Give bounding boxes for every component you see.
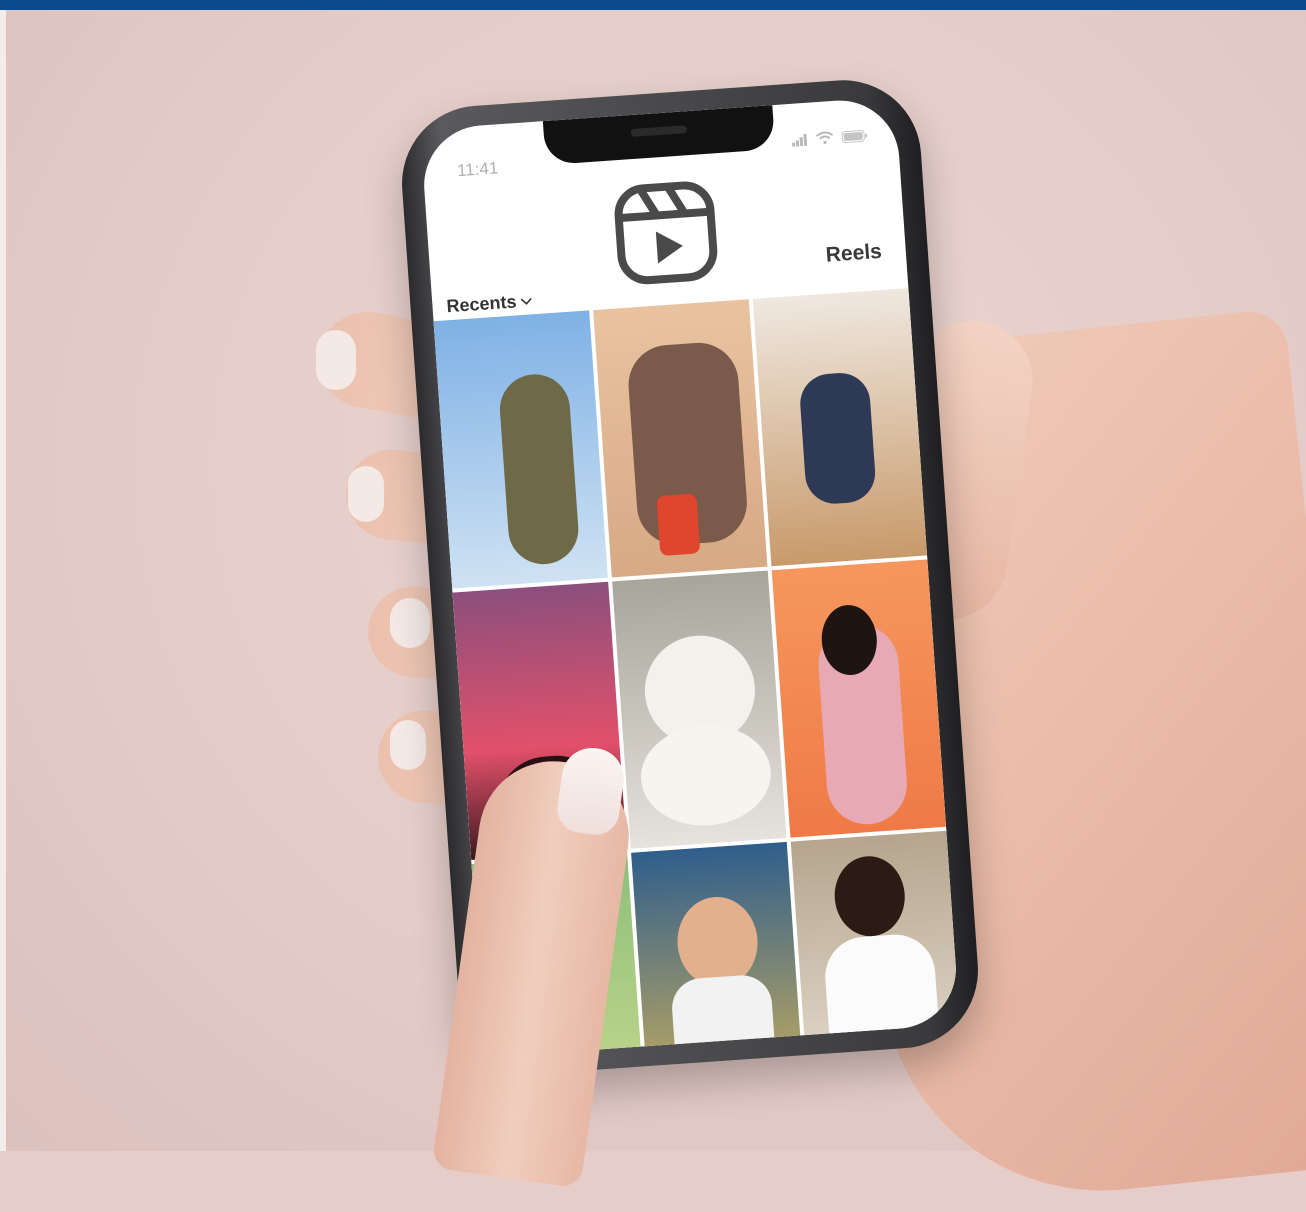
- grid-tile-white-cat[interactable]: [612, 570, 787, 849]
- album-selector[interactable]: Recents: [446, 290, 533, 317]
- grid-tile-family-with-suitcase[interactable]: [593, 299, 768, 578]
- tile-figure: [798, 371, 878, 506]
- finger-3-nail: [390, 598, 430, 648]
- grid-tile-boy-playing-toy-car[interactable]: [752, 288, 928, 567]
- left-edge: [0, 10, 6, 1151]
- speaker: [630, 125, 688, 138]
- chevron-down-icon: [520, 297, 532, 305]
- reels-icon[interactable]: [610, 177, 721, 288]
- battery-icon: [841, 129, 868, 143]
- tile-figure: [637, 720, 775, 830]
- grid-tile-boy-with-ball[interactable]: [631, 841, 806, 1058]
- finger-1-nail: [316, 330, 356, 390]
- top-border: [0, 0, 1306, 10]
- wifi-icon: [815, 131, 834, 145]
- status-icons: [791, 129, 868, 147]
- tile-figure: [832, 853, 908, 939]
- finger-4-nail: [390, 720, 426, 770]
- album-selector-label: Recents: [445, 291, 518, 317]
- signal-icon: [791, 133, 808, 147]
- grid-tile-woman-dancing[interactable]: [771, 559, 947, 838]
- grid-tile-woman-with-apple[interactable]: [790, 830, 960, 1058]
- tile-figure: [497, 372, 581, 567]
- tile-figure: [656, 493, 701, 557]
- finger-2-nail: [348, 466, 384, 522]
- status-time: 11:41: [456, 158, 499, 181]
- grid-tile-woman-with-map[interactable]: [433, 310, 608, 589]
- page-title: Reels: [825, 239, 883, 267]
